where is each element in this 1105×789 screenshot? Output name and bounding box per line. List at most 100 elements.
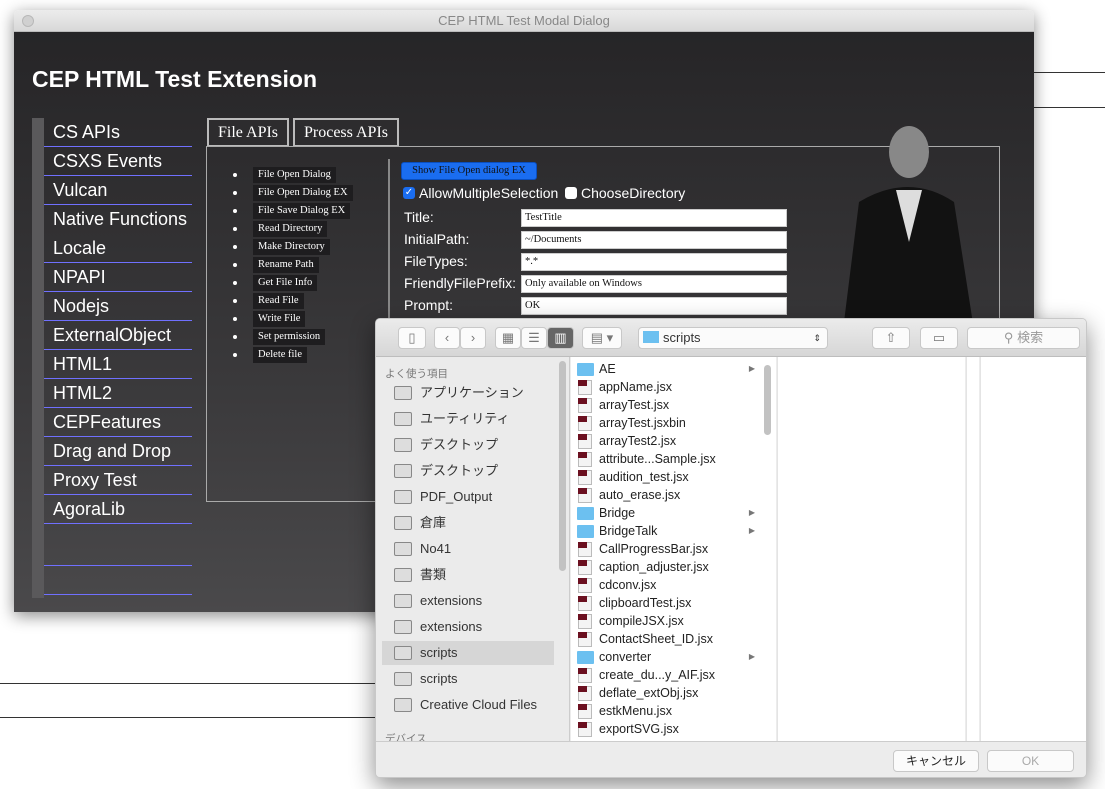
file-api-button-make-directory[interactable]: Make Directory — [233, 239, 330, 255]
form-input-prompt[interactable]: OK — [521, 297, 787, 315]
form-input-title[interactable]: TestTitle — [521, 209, 787, 227]
sidebar-item-agoralib[interactable]: AgoraLib — [44, 495, 192, 524]
sidebar-item-html1[interactable]: HTML1 — [44, 350, 192, 379]
share-button[interactable]: ⇧ — [872, 327, 910, 349]
sidebar-item-csxs-events[interactable]: CSXS Events — [44, 147, 192, 176]
ok-button[interactable]: OK — [987, 750, 1074, 772]
file-api-button-read-file[interactable]: Read File — [233, 293, 304, 309]
sidebar-item-npapi[interactable]: NPAPI — [44, 263, 192, 292]
window-close-button[interactable] — [22, 15, 34, 27]
file-api-button-set-permission[interactable]: Set permission — [232, 329, 326, 345]
sidebar-item-cs-apis[interactable]: CS APIs — [44, 118, 192, 147]
window-titlebar: CEP HTML Test Modal Dialog — [14, 10, 1034, 32]
sidebar-scrollbar[interactable] — [559, 361, 566, 571]
column-scrollbar[interactable] — [764, 365, 771, 435]
sidebar-item-creative-cloud-files[interactable]: Creative Cloud Files — [382, 693, 554, 717]
file-item[interactable]: deflate_extObj.jsx — [577, 684, 757, 702]
back-button[interactable]: ‹ — [434, 327, 460, 349]
file-item[interactable]: ContactSheet_ID.jsx — [577, 630, 757, 648]
file-item[interactable]: Bridge ▶ — [577, 504, 757, 522]
folder-icon — [394, 594, 412, 608]
file-api-button-delete-file[interactable]: Delete file — [232, 347, 308, 363]
choose-directory-checkbox[interactable]: ChooseDirectory — [565, 185, 685, 201]
sidebar-item-html2[interactable]: HTML2 — [44, 379, 192, 408]
list-view-button[interactable]: ☰ — [521, 327, 547, 349]
column-resize-handle[interactable] — [966, 357, 979, 741]
sidebar-item-書類[interactable]: 書類 — [382, 563, 554, 587]
sidebar-item-locale[interactable]: Locale — [44, 234, 192, 263]
sidebar-item-nodejs[interactable]: Nodejs — [44, 292, 192, 321]
column-view-button[interactable]: ▥ — [547, 327, 574, 349]
sidebar-item-scripts[interactable]: scripts — [382, 667, 554, 691]
home-icon — [394, 542, 412, 556]
file-item[interactable]: exportSVG.jsx — [577, 720, 757, 738]
allow-multiple-selection-checkbox[interactable]: ✓ AllowMultipleSelection — [403, 185, 558, 201]
jsx-file-icon — [578, 452, 592, 467]
search-field[interactable]: ⚲ 検索 — [967, 327, 1080, 349]
file-column: AE ▶ appName.jsx arrayTest.jsx arrayTest.jsx… — [571, 357, 776, 741]
file-name: cdconv.jsx — [599, 578, 657, 592]
sidebar-item-倉庫[interactable]: 倉庫 — [382, 511, 554, 535]
file-item[interactable]: arrayTest.jsx — [577, 396, 757, 414]
file-item[interactable]: arrayTest.jsxbin — [577, 414, 757, 432]
tab-process-apis[interactable]: Process APIs — [293, 118, 400, 147]
applications-icon — [394, 386, 412, 400]
file-api-button-file-open-dialog-ex[interactable]: File Open Dialog EX — [233, 185, 353, 201]
form-input-initialpath[interactable]: ~/Documents — [521, 231, 787, 249]
file-item[interactable]: AE ▶ — [577, 360, 757, 378]
file-api-button-file-open-dialog[interactable]: File Open Dialog — [233, 167, 336, 183]
form-input-friendlyfileprefix[interactable]: Only available on Windows — [521, 275, 787, 293]
sidebar-item-scripts[interactable]: scripts — [382, 641, 554, 665]
file-item[interactable]: compileJSX.jsx — [577, 612, 757, 630]
file-api-button-file-save-dialog-ex[interactable]: File Save Dialog EX — [232, 203, 351, 219]
file-item[interactable]: appName.jsx — [577, 378, 757, 396]
show-file-open-dialog-ex-button[interactable]: Show File Open dialog EX — [401, 162, 537, 180]
sidebar-item-extensions[interactable]: extensions — [382, 589, 554, 613]
sidebar-item-native-functions[interactable]: Native Functions — [44, 205, 192, 234]
file-item[interactable]: clipboardTest.jsx — [577, 594, 757, 612]
file-item[interactable]: create_du...y_AIF.jsx — [577, 666, 757, 684]
file-api-button-read-directory[interactable]: Read Directory — [232, 221, 328, 237]
file-api-button-rename-path[interactable]: Rename Path — [233, 257, 319, 273]
file-item[interactable]: CallProgressBar.jsx — [577, 540, 757, 558]
file-item[interactable]: audition_test.jsx — [577, 468, 757, 486]
file-item[interactable]: estkMenu.jsx — [577, 702, 757, 720]
sidebar-item-empty[interactable] — [44, 537, 192, 566]
path-popup[interactable]: scripts ⇕ — [638, 327, 828, 349]
arrange-button[interactable]: ▤ ▾ — [582, 327, 622, 349]
sidebar-item-no41[interactable]: No41 — [382, 537, 554, 561]
sidebar-item-label: No41 — [420, 541, 452, 556]
sidebar-item-drag-and-drop[interactable]: Drag and Drop — [44, 437, 192, 466]
file-name: exportSVG.jsx — [599, 722, 679, 736]
sidebar-toggle-button[interactable]: ▯ — [398, 327, 426, 349]
form-input-filetypes[interactable]: *.* — [521, 253, 787, 271]
file-api-button-write-file[interactable]: Write File — [232, 311, 306, 327]
sidebar-item-cepfeatures[interactable]: CEPFeatures — [44, 408, 192, 437]
icon-view-button[interactable]: ▦ — [495, 327, 521, 349]
sidebar-item-extensions[interactable]: extensions — [382, 615, 554, 639]
forward-button[interactable]: › — [460, 327, 486, 349]
sidebar-item-externalobject[interactable]: ExternalObject — [44, 321, 192, 350]
sidebar-item-empty[interactable] — [44, 566, 192, 595]
sidebar-item-デスクトップ[interactable]: デスクトップ — [382, 459, 554, 483]
file-item[interactable]: auto_erase.jsx — [577, 486, 757, 504]
file-api-button-get-file-info[interactable]: Get File Info — [232, 275, 318, 291]
sidebar-item-proxy-test[interactable]: Proxy Test — [44, 466, 192, 495]
tag-button[interactable]: ▭ — [920, 327, 958, 349]
sidebar-item-ユーティリティ[interactable]: ユーティリティ — [382, 407, 554, 431]
cancel-button[interactable]: キャンセル — [893, 750, 979, 772]
sidebar-scrollbar[interactable] — [32, 118, 44, 598]
folder-icon — [394, 620, 412, 634]
sidebar-item-vulcan[interactable]: Vulcan — [44, 176, 192, 205]
sidebar-item-label: extensions — [420, 619, 483, 634]
file-item[interactable]: converter ▶ — [577, 648, 757, 666]
tab-file-apis[interactable]: File APIs — [207, 118, 290, 147]
file-item[interactable]: BridgeTalk ▶ — [577, 522, 757, 540]
file-item[interactable]: arrayTest2.jsx — [577, 432, 757, 450]
sidebar-item-アプリケーション[interactable]: アプリケーション — [382, 381, 554, 405]
file-item[interactable]: cdconv.jsx — [577, 576, 757, 594]
sidebar-item-pdf_output[interactable]: PDF_Output — [382, 485, 554, 509]
sidebar-item-デスクトップ[interactable]: デスクトップ — [382, 433, 554, 457]
file-item[interactable]: caption_adjuster.jsx — [577, 558, 757, 576]
file-item[interactable]: attribute...Sample.jsx — [577, 450, 757, 468]
